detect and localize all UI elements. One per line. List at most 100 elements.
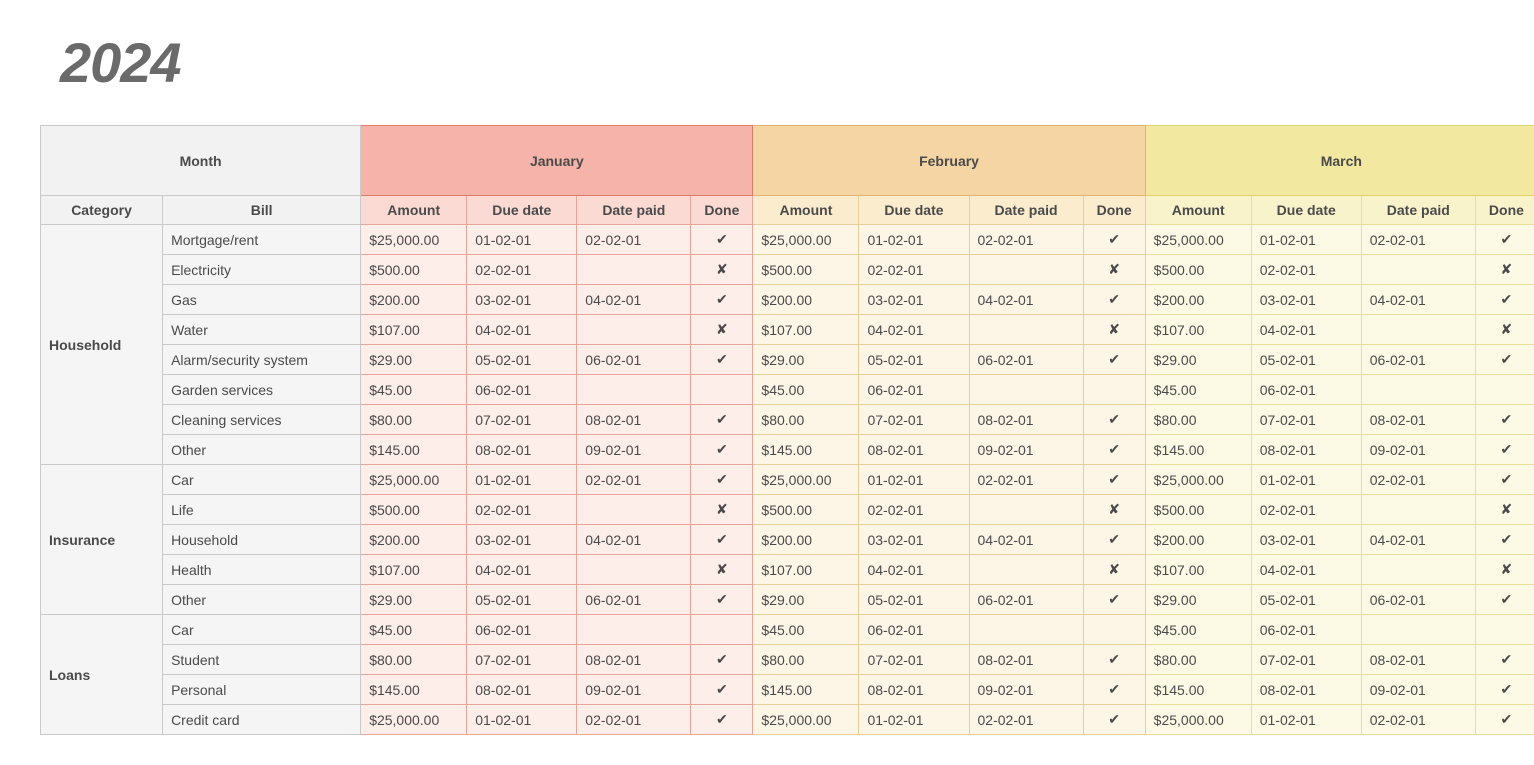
date-paid-cell[interactable]	[1361, 555, 1475, 585]
due-date-cell[interactable]: 04-02-01	[859, 315, 969, 345]
date-paid-cell[interactable]: 08-02-01	[1361, 405, 1475, 435]
amount-cell[interactable]: $145.00	[361, 435, 467, 465]
amount-cell[interactable]: $107.00	[361, 315, 467, 345]
done-cell[interactable]: ✔	[1475, 285, 1534, 315]
date-paid-cell[interactable]: 06-02-01	[969, 345, 1083, 375]
amount-cell[interactable]: $107.00	[753, 555, 859, 585]
done-cell[interactable]: ✔	[1475, 585, 1534, 615]
due-date-cell[interactable]: 06-02-01	[1251, 615, 1361, 645]
amount-cell[interactable]: $200.00	[753, 525, 859, 555]
due-date-cell[interactable]: 07-02-01	[859, 405, 969, 435]
date-paid-cell[interactable]: 04-02-01	[969, 525, 1083, 555]
due-date-cell[interactable]: 05-02-01	[467, 345, 577, 375]
date-paid-cell[interactable]: 08-02-01	[577, 405, 691, 435]
date-paid-cell[interactable]: 08-02-01	[969, 405, 1083, 435]
due-date-cell[interactable]: 05-02-01	[467, 585, 577, 615]
done-cell[interactable]: ✔	[1083, 705, 1145, 735]
due-date-cell[interactable]: 03-02-01	[859, 525, 969, 555]
done-cell[interactable]: ✘	[1083, 255, 1145, 285]
due-date-cell[interactable]: 01-02-01	[1251, 465, 1361, 495]
due-date-cell[interactable]: 03-02-01	[1251, 285, 1361, 315]
amount-cell[interactable]: $145.00	[1145, 675, 1251, 705]
amount-cell[interactable]: $25,000.00	[1145, 465, 1251, 495]
date-paid-cell[interactable]	[577, 615, 691, 645]
done-cell[interactable]: ✔	[691, 645, 753, 675]
date-paid-cell[interactable]: 08-02-01	[577, 645, 691, 675]
done-cell[interactable]: ✔	[1083, 675, 1145, 705]
due-date-cell[interactable]: 01-02-01	[859, 705, 969, 735]
due-date-cell[interactable]: 06-02-01	[859, 615, 969, 645]
due-date-cell[interactable]: 02-02-01	[859, 255, 969, 285]
due-date-cell[interactable]: 07-02-01	[1251, 405, 1361, 435]
amount-cell[interactable]: $80.00	[1145, 645, 1251, 675]
due-date-cell[interactable]: 03-02-01	[859, 285, 969, 315]
done-cell[interactable]: ✔	[1475, 435, 1534, 465]
due-date-cell[interactable]: 01-02-01	[1251, 705, 1361, 735]
due-date-cell[interactable]: 01-02-01	[467, 705, 577, 735]
due-date-cell[interactable]: 01-02-01	[1251, 225, 1361, 255]
done-cell[interactable]: ✔	[1475, 525, 1534, 555]
amount-cell[interactable]: $200.00	[753, 285, 859, 315]
date-paid-cell[interactable]: 06-02-01	[1361, 585, 1475, 615]
date-paid-cell[interactable]: 02-02-01	[969, 225, 1083, 255]
due-date-cell[interactable]: 06-02-01	[467, 615, 577, 645]
due-date-cell[interactable]: 04-02-01	[1251, 555, 1361, 585]
amount-cell[interactable]: $25,000.00	[753, 465, 859, 495]
due-date-cell[interactable]: 01-02-01	[467, 465, 577, 495]
date-paid-cell[interactable]	[1361, 495, 1475, 525]
amount-cell[interactable]: $145.00	[753, 675, 859, 705]
done-cell[interactable]	[1083, 615, 1145, 645]
date-paid-cell[interactable]: 02-02-01	[577, 225, 691, 255]
due-date-cell[interactable]: 04-02-01	[1251, 315, 1361, 345]
date-paid-cell[interactable]	[577, 375, 691, 405]
due-date-cell[interactable]: 07-02-01	[467, 405, 577, 435]
date-paid-cell[interactable]: 08-02-01	[1361, 645, 1475, 675]
due-date-cell[interactable]: 01-02-01	[859, 225, 969, 255]
done-cell[interactable]: ✔	[1083, 285, 1145, 315]
due-date-cell[interactable]: 04-02-01	[859, 555, 969, 585]
done-cell[interactable]: ✔	[1083, 225, 1145, 255]
date-paid-cell[interactable]	[1361, 315, 1475, 345]
amount-cell[interactable]: $145.00	[1145, 435, 1251, 465]
amount-cell[interactable]: $29.00	[361, 345, 467, 375]
done-cell[interactable]: ✔	[691, 285, 753, 315]
amount-cell[interactable]: $45.00	[1145, 615, 1251, 645]
date-paid-cell[interactable]	[577, 255, 691, 285]
done-cell[interactable]: ✔	[1475, 465, 1534, 495]
done-cell[interactable]: ✔	[1475, 675, 1534, 705]
done-cell[interactable]: ✔	[691, 465, 753, 495]
amount-cell[interactable]: $500.00	[361, 255, 467, 285]
due-date-cell[interactable]: 05-02-01	[1251, 345, 1361, 375]
date-paid-cell[interactable]	[577, 555, 691, 585]
done-cell[interactable]: ✔	[691, 345, 753, 375]
due-date-cell[interactable]: 01-02-01	[859, 465, 969, 495]
due-date-cell[interactable]: 03-02-01	[467, 525, 577, 555]
due-date-cell[interactable]: 05-02-01	[859, 345, 969, 375]
date-paid-cell[interactable]	[969, 255, 1083, 285]
date-paid-cell[interactable]: 04-02-01	[969, 285, 1083, 315]
done-cell[interactable]	[691, 615, 753, 645]
due-date-cell[interactable]: 08-02-01	[1251, 675, 1361, 705]
amount-cell[interactable]: $107.00	[1145, 555, 1251, 585]
date-paid-cell[interactable]: 04-02-01	[577, 525, 691, 555]
done-cell[interactable]: ✔	[1083, 345, 1145, 375]
date-paid-cell[interactable]: 09-02-01	[969, 435, 1083, 465]
due-date-cell[interactable]: 01-02-01	[467, 225, 577, 255]
date-paid-cell[interactable]	[969, 315, 1083, 345]
amount-cell[interactable]: $80.00	[361, 645, 467, 675]
done-cell[interactable]: ✔	[1475, 405, 1534, 435]
date-paid-cell[interactable]: 09-02-01	[577, 675, 691, 705]
amount-cell[interactable]: $200.00	[361, 525, 467, 555]
date-paid-cell[interactable]: 04-02-01	[1361, 525, 1475, 555]
done-cell[interactable]: ✔	[1083, 585, 1145, 615]
amount-cell[interactable]: $25,000.00	[1145, 705, 1251, 735]
done-cell[interactable]: ✔	[1475, 345, 1534, 375]
date-paid-cell[interactable]: 02-02-01	[577, 465, 691, 495]
done-cell[interactable]: ✔	[691, 225, 753, 255]
date-paid-cell[interactable]	[969, 555, 1083, 585]
date-paid-cell[interactable]: 02-02-01	[577, 705, 691, 735]
amount-cell[interactable]: $500.00	[753, 255, 859, 285]
due-date-cell[interactable]: 08-02-01	[859, 675, 969, 705]
amount-cell[interactable]: $45.00	[361, 615, 467, 645]
done-cell[interactable]: ✘	[1083, 495, 1145, 525]
